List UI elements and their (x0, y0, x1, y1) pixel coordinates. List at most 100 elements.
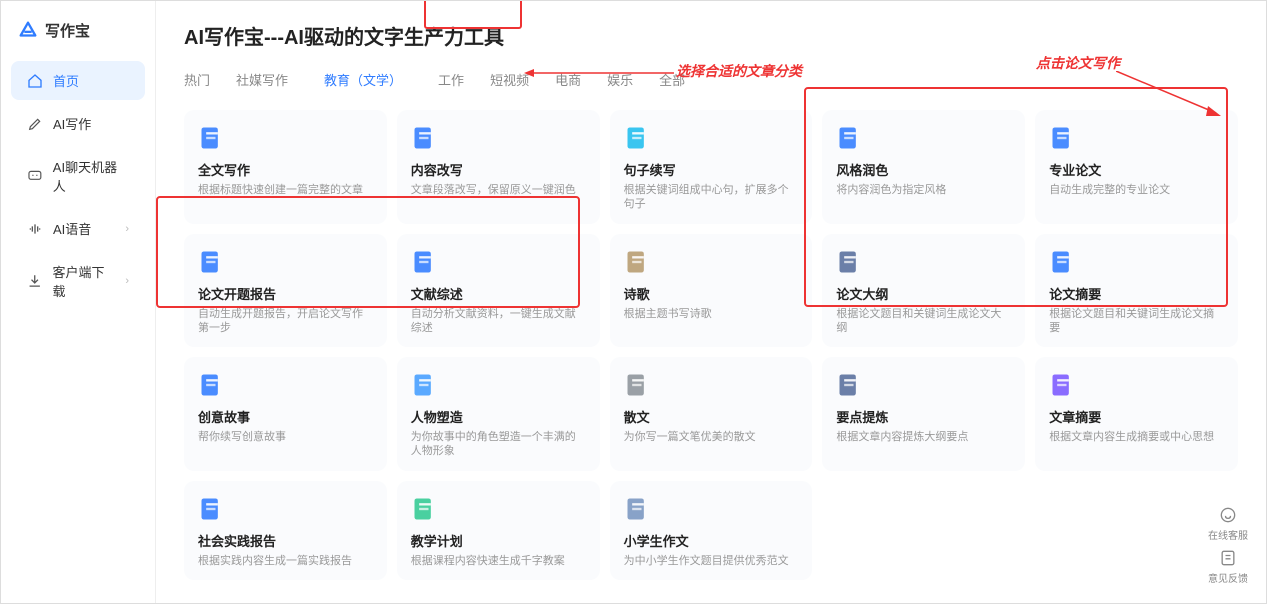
card-title: 文章摘要 (1049, 407, 1224, 426)
card-title: 小学生作文 (624, 531, 799, 550)
logo-text: 写作宝 (45, 20, 90, 41)
card-desc: 根据关键词组成中心句，扩展多个句子 (624, 183, 799, 212)
feedback-button[interactable]: 意见反馈 (1208, 548, 1248, 585)
card-title: 要点提炼 (836, 407, 1011, 426)
card-icon (624, 248, 652, 276)
card-icon (411, 371, 439, 399)
chevron-right-icon: › (125, 223, 129, 235)
card-title: 社会实践报告 (198, 531, 373, 550)
tab-work[interactable]: 工作 (438, 64, 464, 95)
card-icon (1049, 248, 1077, 276)
template-card[interactable]: 论文大纲根据论文题目和关键词生成论文大纲 (822, 234, 1025, 348)
card-icon (836, 248, 864, 276)
tab-entertainment[interactable]: 娱乐 (607, 64, 633, 95)
sidebar-item-label: AI语音 (53, 219, 91, 238)
card-title: 论文摘要 (1049, 284, 1224, 303)
template-card[interactable]: 文献综述自动分析文献资料，一键生成文献综述 (397, 234, 600, 348)
tab-all[interactable]: 全部 (659, 64, 685, 95)
template-card[interactable]: 人物塑造为你故事中的角色塑造一个丰满的人物形象 (397, 357, 600, 471)
main-content: AI写作宝---AI驱动的文字生产力工具 热门 社媒写作 教育（文学） 工作 短… (156, 1, 1266, 603)
template-card[interactable]: 内容改写文章段落改写，保留原义一键润色 (397, 110, 600, 224)
category-tabs: 热门 社媒写作 教育（文学） 工作 短视频 电商 娱乐 全部 (184, 64, 1238, 96)
card-icon (1049, 371, 1077, 399)
template-card[interactable]: 创意故事帮你续写创意故事 (184, 357, 387, 471)
card-icon (198, 371, 226, 399)
card-title: 句子续写 (624, 160, 799, 179)
card-desc: 根据文章内容生成摘要或中心思想 (1049, 430, 1224, 444)
sidebar-item-ai-voice[interactable]: AI语音 › (11, 209, 145, 248)
sidebar-item-ai-chat[interactable]: AI聊天机器人 (11, 147, 145, 205)
card-icon (624, 495, 652, 523)
card-title: 散文 (624, 407, 799, 426)
card-desc: 根据课程内容快速生成千字教案 (411, 554, 586, 568)
card-icon (198, 248, 226, 276)
card-desc: 帮你续写创意故事 (198, 430, 373, 444)
template-card[interactable]: 要点提炼根据文章内容提炼大纲要点 (822, 357, 1025, 471)
template-card[interactable]: 专业论文自动生成完整的专业论文 (1035, 110, 1238, 224)
sidebar-item-label: AI聊天机器人 (53, 157, 129, 195)
card-title: 教学计划 (411, 531, 586, 550)
online-support-button[interactable]: 在线客服 (1208, 505, 1248, 542)
sidebar-item-label: 首页 (53, 71, 79, 90)
card-desc: 自动分析文献资料，一键生成文献综述 (411, 307, 586, 336)
float-label: 意见反馈 (1208, 570, 1248, 585)
card-title: 诗歌 (624, 284, 799, 303)
card-icon (411, 495, 439, 523)
card-title: 论文开题报告 (198, 284, 373, 303)
template-card[interactable]: 全文写作根据标题快速创建一篇完整的文章 (184, 110, 387, 224)
card-desc: 自动生成完整的专业论文 (1049, 183, 1224, 197)
card-title: 全文写作 (198, 160, 373, 179)
tab-ecommerce[interactable]: 电商 (555, 64, 581, 95)
card-icon (198, 495, 226, 523)
template-card[interactable]: 诗歌根据主题书写诗歌 (610, 234, 813, 348)
template-card[interactable]: 教学计划根据课程内容快速生成千字教案 (397, 481, 600, 580)
card-title: 专业论文 (1049, 160, 1224, 179)
template-card[interactable]: 论文摘要根据论文题目和关键词生成论文摘要 (1035, 234, 1238, 348)
card-desc: 文章段落改写，保留原义一键润色 (411, 183, 586, 197)
note-icon (1218, 548, 1238, 568)
template-card[interactable]: 小学生作文为中小学生作文题目提供优秀范文 (610, 481, 813, 580)
card-title: 内容改写 (411, 160, 586, 179)
template-card[interactable]: 风格润色将内容润色为指定风格 (822, 110, 1025, 224)
sidebar-item-ai-write[interactable]: AI写作 (11, 104, 145, 143)
sidebar-item-download[interactable]: 客户端下载 › (11, 252, 145, 310)
chat-icon (27, 168, 43, 184)
card-desc: 根据论文题目和关键词生成论文摘要 (1049, 307, 1224, 336)
logo-icon (17, 19, 39, 41)
template-card[interactable]: 文章摘要根据文章内容生成摘要或中心思想 (1035, 357, 1238, 471)
sidebar: 写作宝 首页 AI写作 AI聊天机器人 AI语音 › 客户端下载 › (1, 1, 156, 603)
card-icon (411, 248, 439, 276)
card-desc: 为你故事中的角色塑造一个丰满的人物形象 (411, 430, 586, 459)
card-icon (1049, 124, 1077, 152)
tab-shortvideo[interactable]: 短视频 (490, 64, 529, 95)
card-icon (836, 371, 864, 399)
card-title: 论文大纲 (836, 284, 1011, 303)
card-icon (198, 124, 226, 152)
card-desc: 根据论文题目和关键词生成论文大纲 (836, 307, 1011, 336)
card-desc: 根据文章内容提炼大纲要点 (836, 430, 1011, 444)
card-title: 创意故事 (198, 407, 373, 426)
float-label: 在线客服 (1208, 527, 1248, 542)
card-desc: 根据标题快速创建一篇完整的文章 (198, 183, 373, 197)
tab-hot[interactable]: 热门 (184, 64, 210, 95)
template-card[interactable]: 社会实践报告根据实践内容生成一篇实践报告 (184, 481, 387, 580)
pencil-icon (27, 116, 43, 132)
headset-icon (1218, 505, 1238, 525)
page-title: AI写作宝---AI驱动的文字生产力工具 (184, 21, 1238, 50)
sidebar-item-home[interactable]: 首页 (11, 61, 145, 100)
tab-social[interactable]: 社媒写作 (236, 64, 288, 95)
home-icon (27, 73, 43, 89)
card-icon (624, 124, 652, 152)
template-card[interactable]: 句子续写根据关键词组成中心句，扩展多个句子 (610, 110, 813, 224)
card-title: 人物塑造 (411, 407, 586, 426)
card-desc: 根据主题书写诗歌 (624, 307, 799, 321)
template-grid: 全文写作根据标题快速创建一篇完整的文章内容改写文章段落改写，保留原义一键润色句子… (184, 110, 1238, 580)
template-card[interactable]: 散文为你写一篇文笔优美的散文 (610, 357, 813, 471)
card-title: 文献综述 (411, 284, 586, 303)
card-desc: 为中小学生作文题目提供优秀范文 (624, 554, 799, 568)
download-icon (27, 273, 42, 289)
template-card[interactable]: 论文开题报告自动生成开题报告，开启论文写作第一步 (184, 234, 387, 348)
logo: 写作宝 (1, 11, 155, 57)
sidebar-item-label: AI写作 (53, 114, 91, 133)
tab-education[interactable]: 教育（文学） (314, 64, 412, 95)
